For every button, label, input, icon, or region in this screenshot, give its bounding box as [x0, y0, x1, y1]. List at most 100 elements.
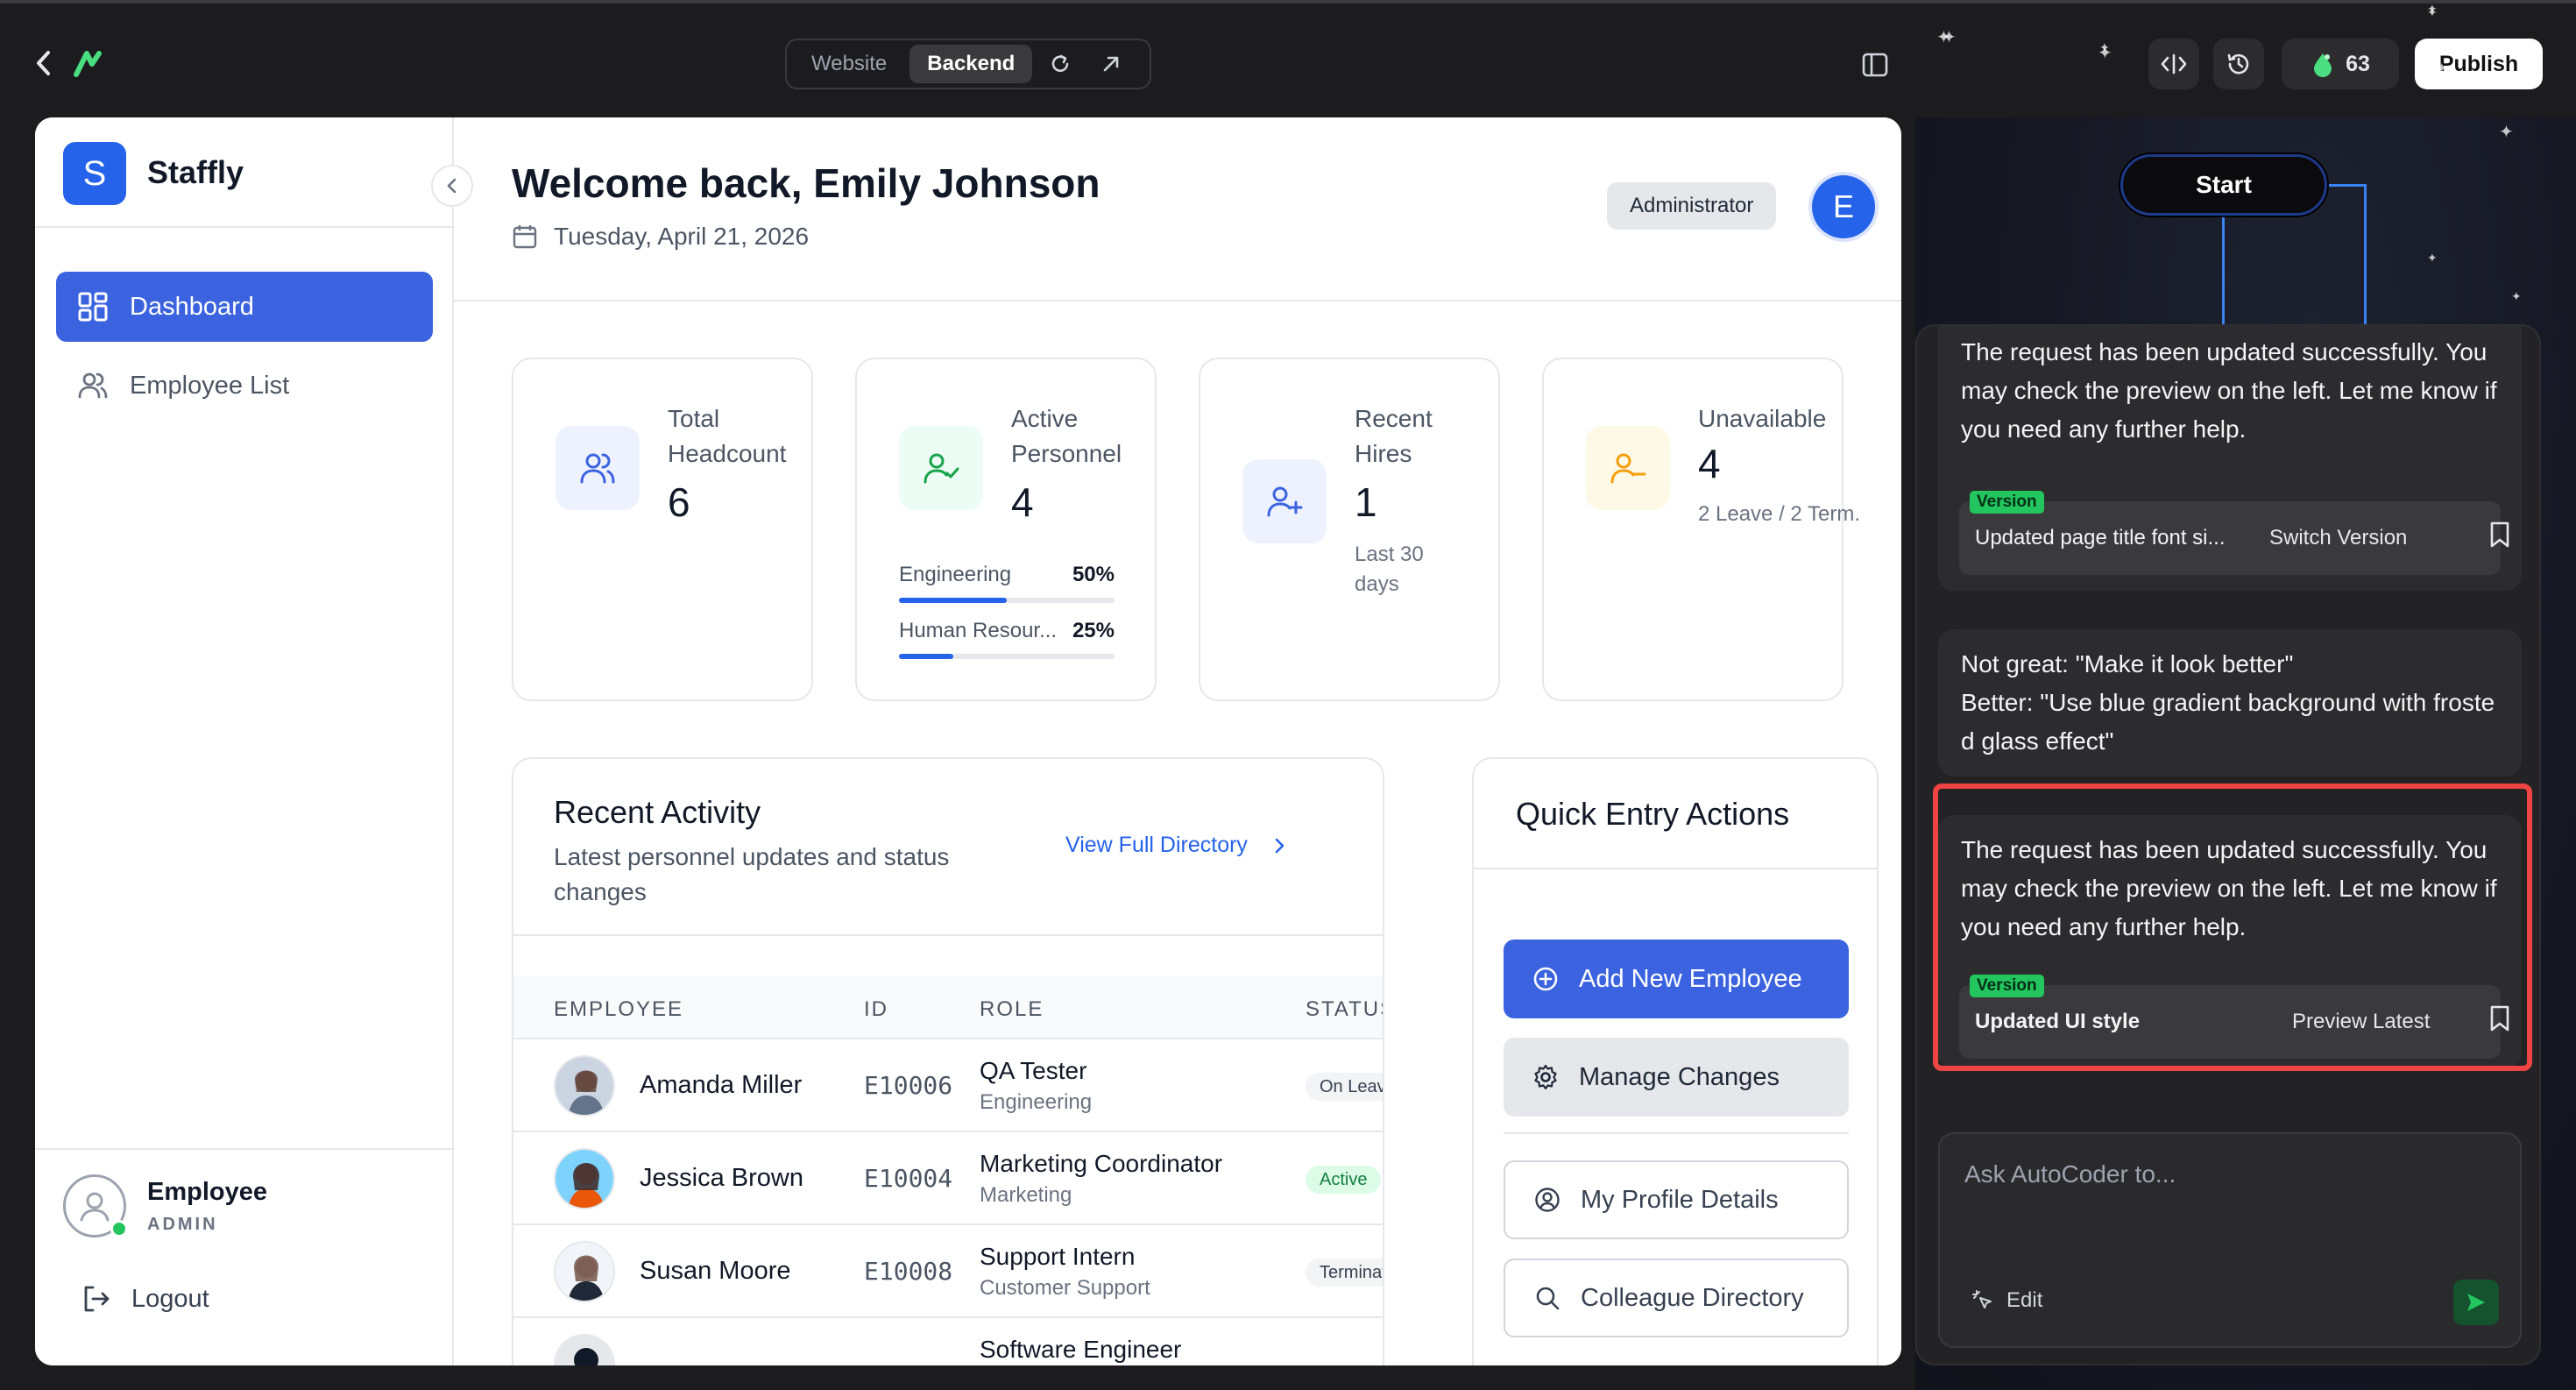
- stat-label: Active Personnel: [1011, 405, 1122, 467]
- employee-role: Software Engineer: [980, 1336, 1182, 1363]
- user-check-icon: [899, 426, 983, 510]
- chevron-left-icon: [447, 178, 456, 194]
- refresh-icon[interactable]: [1037, 45, 1083, 83]
- credits-badge[interactable]: 63: [2282, 39, 2399, 89]
- section-divider: [513, 934, 1383, 936]
- logout-label: Logout: [131, 1284, 209, 1313]
- back-chevron-icon[interactable]: [30, 47, 56, 79]
- employee-role: QA Tester: [980, 1057, 1087, 1084]
- table-row[interactable]: Software Engineer: [513, 1318, 1383, 1365]
- dept-percent: 50%: [1072, 563, 1115, 586]
- edit-mode-button[interactable]: Edit: [1971, 1288, 2042, 1313]
- colleague-directory-button[interactable]: Colleague Directory: [1504, 1259, 1849, 1337]
- recent-activity-card: Recent Activity Latest personnel updates…: [512, 757, 1384, 1365]
- main-content: Welcome back, Emily Johnson Tuesday, Apr…: [454, 117, 1901, 1365]
- edit-label: Edit: [2006, 1288, 2043, 1312]
- chat-message: Not great: "Make it look better" Better:…: [1938, 629, 2522, 777]
- employee-name: Susan Moore: [640, 1257, 791, 1285]
- dept-name: Engineering: [899, 563, 1012, 586]
- history-icon: [2227, 53, 2249, 74]
- sidebar-footer-divider: [35, 1148, 454, 1150]
- bookmark-icon[interactable]: [2488, 1004, 2511, 1037]
- tab-backend[interactable]: Backend: [909, 45, 1033, 83]
- message-text: The request has been updated successfull…: [1961, 836, 2497, 940]
- brand-logo: S: [63, 142, 126, 205]
- top-bar: Website Backend 63 Publish: [0, 0, 2576, 117]
- star-decoration: ✦: [2436, 61, 2448, 76]
- credits-drop-icon: [2311, 51, 2335, 77]
- employee-avatar: [554, 1148, 615, 1209]
- open-external-icon[interactable]: [1088, 45, 1134, 83]
- plus-circle-icon: [1532, 965, 1560, 993]
- send-icon: [2467, 1294, 2485, 1311]
- logout-button[interactable]: Logout: [81, 1283, 209, 1315]
- user-name: Employee: [147, 1178, 267, 1206]
- button-label: Manage Changes: [1579, 1062, 1780, 1091]
- credits-count: 63: [2346, 51, 2370, 76]
- status-badge: Terminated: [1306, 1259, 1383, 1287]
- table-row[interactable]: Susan Moore E10008 Support Intern Custom…: [513, 1225, 1383, 1318]
- sidebar-divider: [35, 226, 454, 228]
- view-full-directory-link[interactable]: View Full Directory: [1065, 833, 1284, 858]
- table-header: EMPLOYEE ID ROLE STATUS: [513, 976, 1383, 1039]
- chat-panel: The request has been updated successfull…: [1915, 324, 2541, 1365]
- flow-connector: [2364, 184, 2367, 324]
- code-icon: [2161, 53, 2187, 74]
- app-logo-icon: [72, 46, 107, 81]
- employee-avatar: [554, 1055, 615, 1117]
- role-badge: Administrator: [1607, 182, 1777, 230]
- user-circle-icon: [80, 1192, 110, 1222]
- table-row[interactable]: Jessica Brown E10004 Marketing Coordinat…: [513, 1132, 1383, 1225]
- employee-id: E10004: [864, 1164, 953, 1193]
- chat-message: The request has been updated successfull…: [1938, 326, 2522, 591]
- manage-changes-button[interactable]: Manage Changes: [1504, 1038, 1849, 1117]
- bookmark-icon[interactable]: [2488, 521, 2511, 553]
- grid-icon: [77, 291, 109, 323]
- search-icon: [1533, 1284, 1561, 1312]
- user-minus-icon: [1586, 426, 1670, 510]
- stat-subtext: 2 Leave / 2 Term.: [1698, 502, 1860, 526]
- start-node[interactable]: Start: [2120, 154, 2327, 216]
- send-button[interactable]: [2453, 1280, 2499, 1325]
- stat-label: Recent Hires: [1355, 405, 1433, 467]
- version-title: Updated page title font si...: [1975, 526, 2226, 550]
- stat-subtext: Last 30 days: [1355, 543, 1424, 596]
- toggle-panel-icon[interactable]: [1851, 47, 1900, 82]
- avatar[interactable]: E: [1812, 175, 1875, 238]
- add-new-employee-button[interactable]: Add New Employee: [1504, 940, 1849, 1018]
- table-row[interactable]: Amanda Miller E10006 QA Tester Engineeri…: [513, 1039, 1383, 1132]
- employee-avatar: [554, 1241, 615, 1302]
- collapse-sidebar-button[interactable]: [431, 165, 473, 207]
- user-plus-icon: [1242, 459, 1327, 543]
- preview-latest-button[interactable]: Preview Latest: [2292, 1010, 2430, 1034]
- history-button[interactable]: [2213, 39, 2264, 89]
- stat-label: Total Headcount: [668, 405, 787, 467]
- sidebar-item-employee-list[interactable]: Employee List: [56, 351, 433, 421]
- stat-card-unavailable: Unavailable 4 2 Leave / 2 Term.: [1542, 358, 1860, 701]
- message-text: Not great: "Make it look better" Better:…: [1961, 650, 2495, 755]
- header-divider: [454, 300, 1901, 301]
- status-badge: Active: [1306, 1166, 1382, 1194]
- sidebar-item-dashboard[interactable]: Dashboard: [56, 272, 433, 342]
- tab-website[interactable]: Website: [794, 45, 904, 83]
- star-decoration: ✦: [2511, 289, 2522, 303]
- online-status-dot: [110, 1220, 128, 1238]
- code-view-button[interactable]: [2148, 39, 2199, 89]
- flow-connector: [2327, 184, 2366, 187]
- star-decoration: ✦: [1936, 28, 1951, 47]
- button-label: Add New Employee: [1579, 964, 1802, 993]
- my-profile-details-button[interactable]: My Profile Details: [1504, 1160, 1849, 1239]
- star-decoration: ✦: [2424, 56, 2436, 71]
- button-label: My Profile Details: [1581, 1185, 1779, 1214]
- switch-version-button[interactable]: Switch Version: [2269, 526, 2407, 550]
- column-header: ROLE: [980, 997, 1044, 1021]
- star-decoration: ✦: [2427, 251, 2438, 265]
- star-decoration: ✦: [2427, 5, 2438, 19]
- users-icon: [556, 426, 640, 510]
- button-label: Colleague Directory: [1581, 1283, 1804, 1312]
- employee-role: Marketing Coordinator: [980, 1150, 1223, 1177]
- chat-input[interactable]: [1964, 1160, 2490, 1188]
- employee-role: Support Intern: [980, 1243, 1136, 1270]
- section-title: Recent Activity: [554, 794, 761, 830]
- link-label: View Full Directory: [1065, 833, 1248, 857]
